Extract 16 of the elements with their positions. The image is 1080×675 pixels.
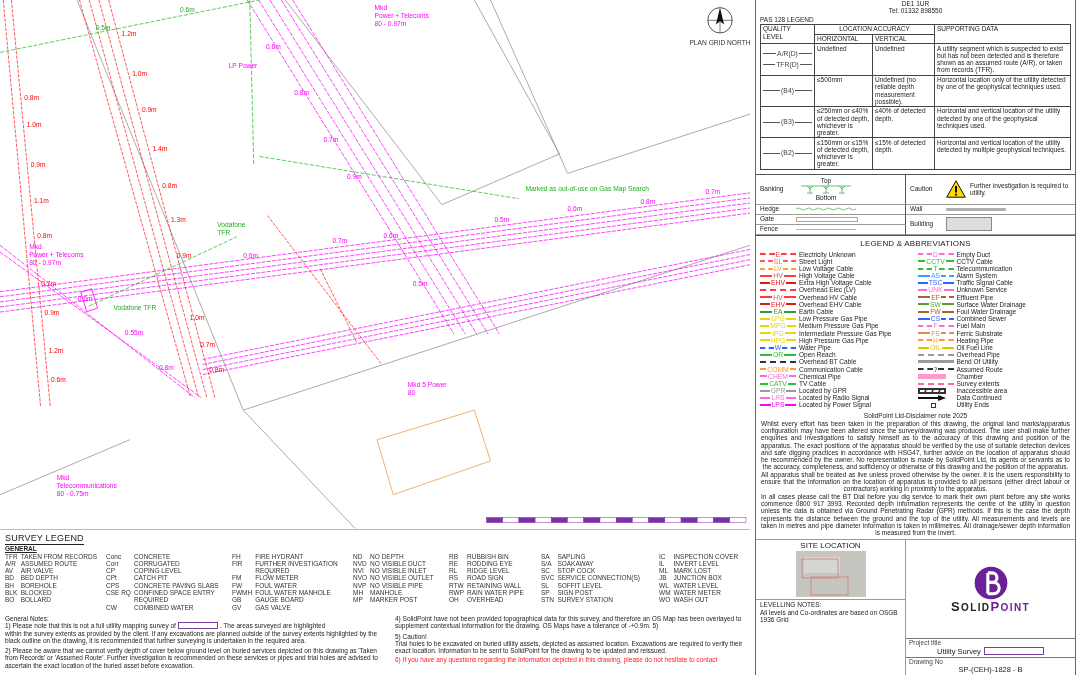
legend-title: LEGEND & ABBREVIATIONS [859,238,972,249]
warning-icon [946,180,966,199]
chamber-outline [80,288,98,313]
redacted-field [983,647,1044,656]
logo-wordmark: POINT [990,600,1031,615]
building-symbol-icon [946,217,992,232]
wall-symbol-icon [946,207,1006,211]
site-location-title: SITE LOCATION [800,541,861,552]
aerial-photo-placeholder [795,551,866,598]
survey-legend-title: SURVEY LEGEND [5,532,84,545]
gate-symbol-icon [796,216,858,222]
logo-wordmark: SOLID [950,600,991,615]
redacted-field [177,622,218,630]
hedge-symbol-icon [796,207,856,212]
logo-icon [973,566,1008,601]
banking-symbol-icon [801,184,851,194]
